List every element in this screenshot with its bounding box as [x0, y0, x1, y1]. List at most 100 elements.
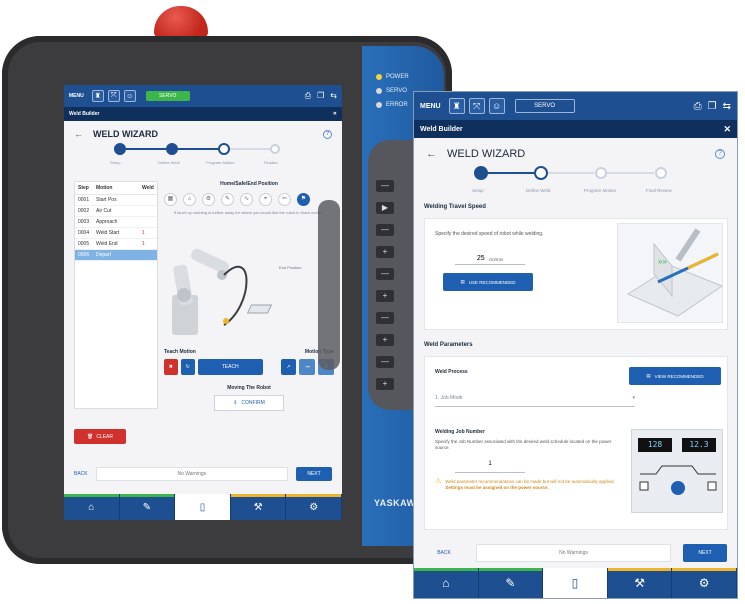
printer-icon[interactable]: ⎙: [694, 101, 702, 112]
robot-icon[interactable]: ♜: [91, 90, 104, 102]
step-dot[interactable]: [166, 143, 178, 155]
home-position-icon[interactable]: ⌂: [183, 193, 196, 206]
jog-key[interactable]: ▶: [376, 202, 394, 214]
clear-button[interactable]: 🗑 CLEAR: [74, 429, 126, 444]
jog-key[interactable]: +: [376, 378, 394, 390]
grid-icon[interactable]: ▦: [164, 193, 177, 206]
flag-icon[interactable]: ⚑: [297, 193, 310, 206]
person-icon[interactable]: ☺: [488, 98, 505, 114]
menu-button[interactable]: MENU: [420, 103, 441, 110]
switch-icon[interactable]: ⇆: [723, 101, 731, 112]
view-recommended-button[interactable]: ▤ VIEW RECOMMENDED: [629, 367, 721, 385]
enlarged-screen: MENU ♜ ⤧ ☺ SERVO ⎙ ❐ ⇆ Weld Builder ✕ ← …: [413, 91, 738, 599]
next-button[interactable]: NEXT: [683, 544, 727, 562]
touchup-icon[interactable]: ↻: [180, 359, 195, 375]
nav-home[interactable]: ⌂: [414, 568, 479, 598]
led-power: POWER: [376, 74, 436, 80]
jog-key[interactable]: —: [376, 312, 394, 324]
wizard-stepper: Setup Define Weld Program Motion Final R…: [472, 166, 697, 202]
back-button[interactable]: BACK: [74, 471, 88, 477]
step-dot[interactable]: [114, 143, 126, 155]
step-dot[interactable]: [655, 167, 667, 179]
warnings-status: No Warnings: [476, 544, 671, 562]
robot-icon[interactable]: ♜: [448, 98, 465, 114]
step-dot[interactable]: [595, 167, 607, 179]
path-icon[interactable]: ∿: [240, 193, 253, 206]
wizard-title: WELD WIZARD: [93, 129, 158, 139]
motion-name: Depart: [96, 252, 112, 258]
back-arrow-icon[interactable]: ←: [74, 129, 83, 139]
weld-process-value: 1. Job Mode: [435, 395, 463, 401]
gear-icon[interactable]: ⚙: [202, 193, 215, 206]
emergency-stop-button[interactable]: [154, 6, 208, 38]
help-icon[interactable]: ?: [715, 149, 725, 159]
teach-button[interactable]: TEACH: [197, 359, 263, 375]
servo-indicator[interactable]: SERVO: [514, 99, 575, 113]
column-header: Step: [78, 185, 89, 191]
jog-key[interactable]: —: [376, 224, 394, 236]
motion-name: Weld End: [96, 241, 118, 247]
nav-settings[interactable]: ⚙: [286, 494, 342, 520]
back-button[interactable]: BACK: [424, 550, 464, 556]
jog-key[interactable]: +: [376, 290, 394, 302]
nav-clipboard[interactable]: ▯: [175, 494, 231, 520]
nav-home[interactable]: ⌂: [64, 494, 120, 520]
screen-side-strip: [318, 200, 340, 370]
list-item[interactable]: 0002 Air Cut: [75, 206, 157, 217]
nav-torch[interactable]: ✎: [120, 494, 176, 520]
step-label: Setup: [472, 188, 484, 193]
list-item-selected[interactable]: 0006 Depart: [75, 250, 157, 261]
travel-speed-input[interactable]: 25 cm/min: [455, 251, 525, 265]
step-dot[interactable]: [474, 166, 488, 180]
close-button[interactable]: ✕: [723, 124, 731, 135]
step-dot[interactable]: [218, 143, 230, 155]
joint-motion-icon[interactable]: ↝: [299, 359, 316, 375]
torch-icon[interactable]: ✎: [221, 193, 234, 206]
step-connector: [224, 148, 270, 150]
windows-icon[interactable]: ❐: [708, 101, 717, 112]
travel-speed-value: 25: [476, 255, 485, 262]
step-dot[interactable]: [534, 166, 548, 180]
printer-icon[interactable]: ⎙: [305, 91, 311, 101]
list-item[interactable]: 0004 Weld Start 1: [75, 228, 157, 239]
linear-motion-icon[interactable]: ↗: [280, 359, 297, 375]
jog-key[interactable]: +: [376, 246, 394, 258]
list-item[interactable]: 0003 Approach: [75, 217, 157, 228]
jog-key[interactable]: —: [376, 180, 394, 192]
confirm-button[interactable]: ⇕ CONFIRM: [214, 395, 284, 411]
arrows-icon[interactable]: ⤧: [468, 98, 485, 114]
help-icon[interactable]: ?: [323, 129, 332, 139]
jog-key[interactable]: —: [376, 268, 394, 280]
nav-wrench[interactable]: ⚒: [231, 494, 287, 520]
job-number-title: Welding Job Number: [435, 429, 485, 435]
top-bar: MENU ♜ ⤧ ☺ SERVO ⎙ ❐ ⇆: [414, 92, 737, 120]
next-button[interactable]: NEXT: [296, 467, 332, 481]
target-icon[interactable]: ⌖: [259, 193, 272, 206]
person-icon[interactable]: ☺: [123, 90, 136, 102]
clipboard-icon: ▯: [571, 576, 579, 590]
servo-indicator[interactable]: SERVO: [145, 91, 190, 101]
job-number-input[interactable]: 1: [455, 461, 525, 473]
nav-settings[interactable]: ⚙: [672, 568, 737, 598]
teach-motion-label: Teach Motion: [164, 349, 196, 355]
delete-icon[interactable]: ✖: [164, 359, 178, 375]
list-item[interactable]: 0001 Start Pos: [75, 195, 157, 206]
travel-speed-desc: Specify the desired speed of robot while…: [435, 231, 544, 237]
cut-icon[interactable]: ✂: [278, 193, 291, 206]
switch-icon[interactable]: ⇆: [330, 91, 337, 101]
use-recommended-button[interactable]: ▤ USE RECOMMENDED: [443, 273, 533, 291]
jog-key[interactable]: +: [376, 334, 394, 346]
step-dot[interactable]: [270, 144, 280, 154]
nav-wrench[interactable]: ⚒: [608, 568, 673, 598]
nav-torch[interactable]: ✎: [479, 568, 544, 598]
jog-key[interactable]: —: [376, 356, 394, 368]
list-item[interactable]: 0005 Weld End 1: [75, 239, 157, 250]
windows-icon[interactable]: ❐: [317, 91, 324, 101]
back-arrow-icon[interactable]: ←: [426, 148, 437, 160]
close-button[interactable]: ✕: [333, 111, 337, 117]
weld-process-select[interactable]: 1. Job Mode ▾: [435, 395, 635, 407]
menu-button[interactable]: MENU: [69, 93, 84, 99]
arrows-icon[interactable]: ⤧: [107, 90, 120, 102]
nav-clipboard[interactable]: ▯: [543, 568, 608, 598]
move-icon: ⇕: [233, 400, 238, 406]
